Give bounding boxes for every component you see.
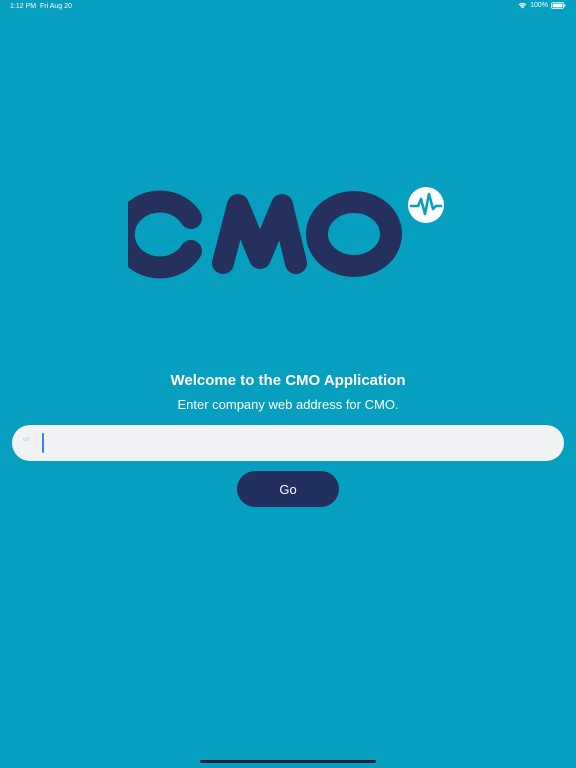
welcome-title: Welcome to the CMO Application — [170, 372, 406, 389]
battery-icon — [551, 2, 566, 9]
status-date: Fri Aug 20 — [40, 3, 72, 10]
status-right: 100% — [518, 2, 566, 9]
welcome-subtitle: Enter company web address for CMO. — [177, 397, 399, 412]
battery-percent: 100% — [530, 2, 548, 9]
logo-letters — [128, 190, 402, 279]
url-input[interactable] — [42, 431, 552, 455]
heartbeat-icon — [408, 187, 444, 223]
text-caret — [42, 433, 44, 453]
url-field[interactable]: url — [12, 425, 564, 461]
status-bar: 1:12 PM Fri Aug 20 100% — [0, 0, 576, 14]
go-button[interactable]: Go — [237, 471, 339, 507]
cmo-logo — [128, 183, 448, 283]
home-indicator[interactable] — [200, 760, 376, 763]
status-time: 1:12 PM — [10, 3, 37, 10]
wifi-icon — [518, 2, 527, 9]
url-icon: url — [23, 437, 30, 443]
